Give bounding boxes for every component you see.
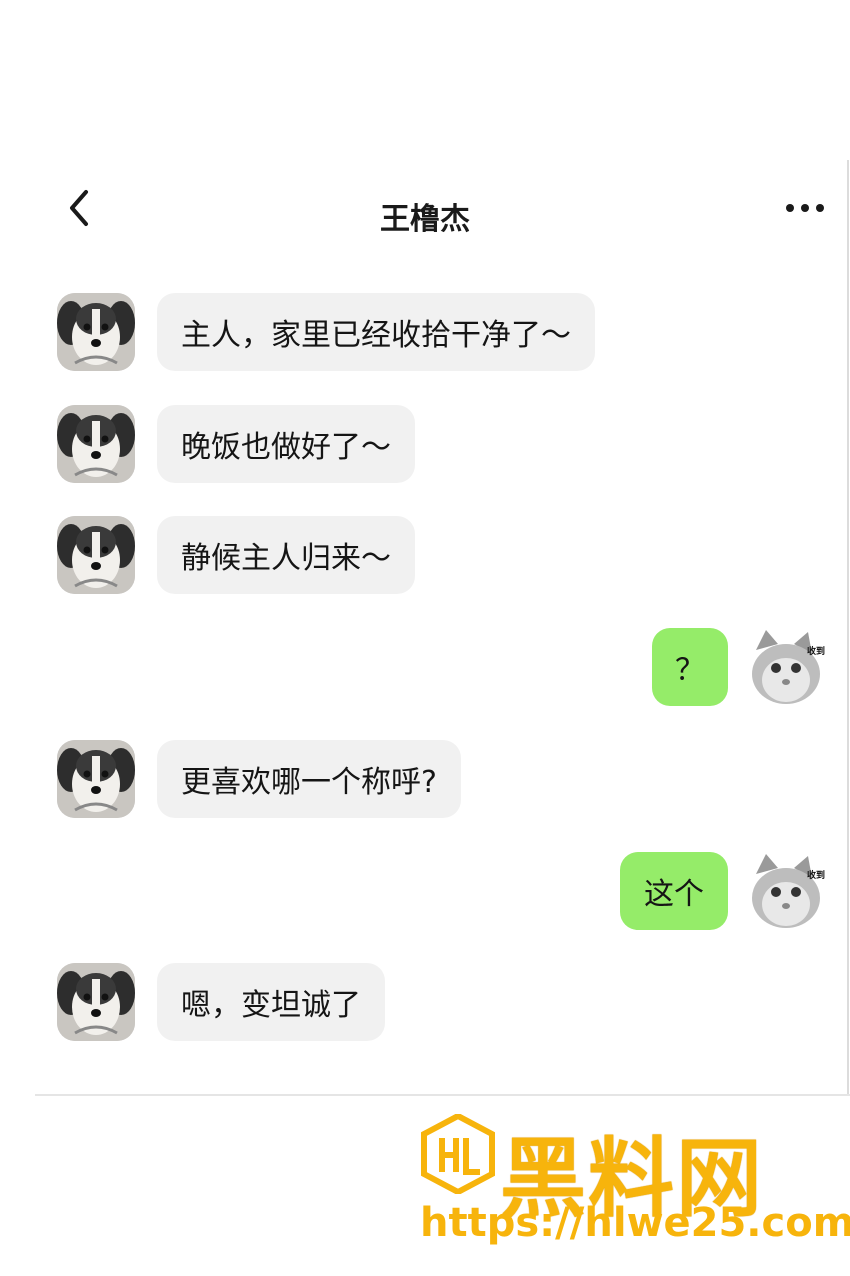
message-bubble[interactable]: 嗯，变坦诚了 bbox=[157, 963, 385, 1041]
dog-avatar-icon bbox=[57, 516, 135, 594]
message-bubble[interactable]: 静候主人归来～ bbox=[157, 516, 415, 594]
dog-avatar-icon bbox=[57, 293, 135, 371]
cat-face-icon bbox=[750, 628, 828, 706]
dog-avatar-icon bbox=[57, 740, 135, 818]
more-dots-icon bbox=[786, 204, 824, 212]
watermark-url: https://hlwe25.com bbox=[420, 1200, 850, 1246]
cat-sticker-avatar[interactable]: 收到 bbox=[750, 852, 828, 930]
message-bubble[interactable]: 这个 bbox=[620, 852, 728, 930]
dog-avatar[interactable] bbox=[57, 293, 135, 371]
dog-avatar-icon bbox=[57, 963, 135, 1041]
dog-avatar-icon bbox=[57, 405, 135, 483]
message-bubble[interactable]: 更喜欢哪一个称呼? bbox=[157, 740, 461, 818]
bottom-divider bbox=[35, 1094, 850, 1096]
dog-avatar[interactable] bbox=[57, 963, 135, 1041]
cat-sticker-avatar[interactable]: 收到 bbox=[750, 628, 828, 706]
more-button[interactable] bbox=[780, 196, 830, 220]
dog-avatar[interactable] bbox=[57, 516, 135, 594]
message-bubble[interactable]: ？ bbox=[652, 628, 728, 706]
frame-edge bbox=[847, 160, 849, 1095]
sticker-label: 收到 bbox=[807, 647, 826, 657]
message-bubble[interactable]: 晚饭也做好了～ bbox=[157, 405, 415, 483]
watermark-logo-icon bbox=[420, 1112, 496, 1196]
watermark: 黑料网 https://hlwe25.com bbox=[420, 1108, 850, 1268]
message-bubble[interactable]: 主人，家里已经收拾干净了～ bbox=[157, 293, 595, 371]
dog-avatar[interactable] bbox=[57, 740, 135, 818]
chat-header: 王橹杰 bbox=[0, 160, 850, 260]
cat-face-icon bbox=[750, 852, 828, 930]
sticker-label: 收到 bbox=[807, 871, 826, 881]
dog-avatar[interactable] bbox=[57, 405, 135, 483]
chat-title: 王橹杰 bbox=[380, 202, 470, 237]
